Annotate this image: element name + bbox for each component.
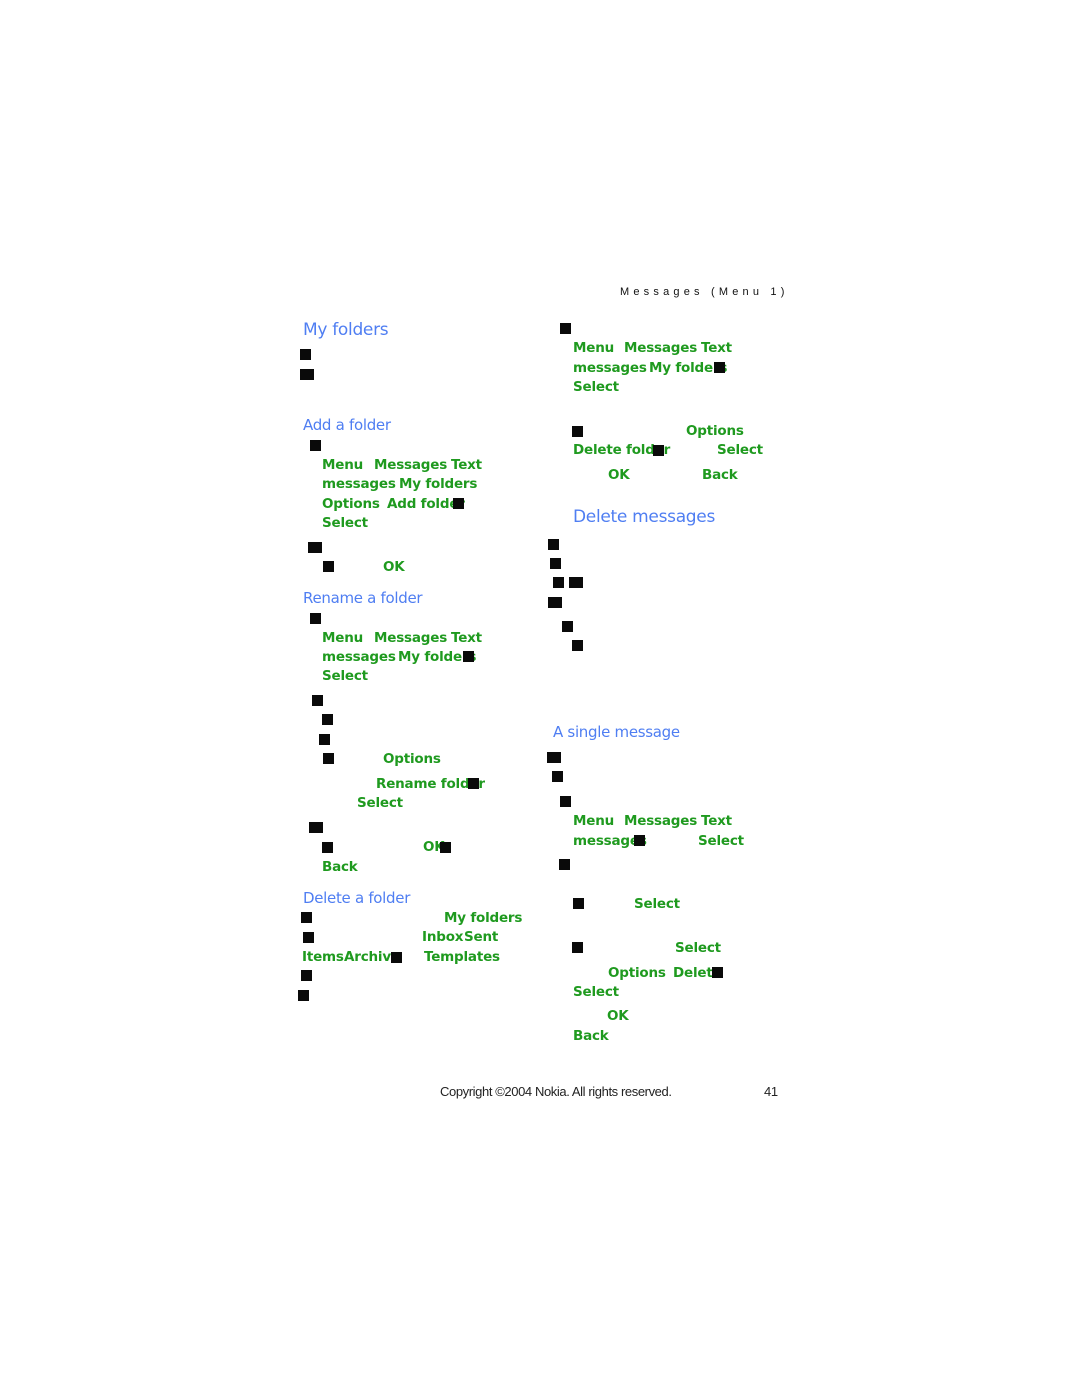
menu-path-messages-2: messages	[322, 649, 396, 665]
ok-label: OK	[607, 1008, 629, 1024]
menu-path-text: Text	[451, 630, 482, 646]
menu-path-messages: Messages	[624, 813, 698, 829]
redaction-block	[301, 970, 312, 981]
back-label: Back	[322, 859, 358, 875]
redaction-block	[548, 597, 562, 608]
menu-path-messages: Messages	[374, 630, 448, 646]
running-head: Messages (Menu 1)	[620, 286, 789, 298]
subsection-title-rename-folder: Rename a folder	[303, 589, 423, 607]
redaction-block	[301, 912, 312, 923]
redaction-block	[323, 561, 334, 572]
redaction-block	[303, 932, 314, 943]
menu-path-menu: Menu	[322, 457, 364, 473]
redaction-block	[391, 952, 402, 963]
redaction-block	[553, 577, 564, 588]
sent-label: Sent	[464, 929, 499, 945]
redaction-block	[634, 835, 645, 846]
redaction-block	[573, 898, 584, 909]
menu-path-select: Select	[322, 668, 368, 684]
redaction-block	[569, 577, 583, 588]
menu-path-my-folders: My folders	[399, 476, 478, 492]
options-label: Options	[383, 751, 441, 767]
back-label: Back	[702, 467, 738, 483]
menu-path-text: Text	[701, 813, 732, 829]
select-label: Select	[573, 984, 619, 1000]
back-label: Back	[573, 1028, 609, 1044]
redaction-block	[572, 640, 583, 651]
menu-path-messages-2: messages	[573, 360, 647, 376]
redaction-block	[550, 558, 561, 569]
subsection-title-single-message: A single message	[553, 723, 680, 741]
menu-path-text: Text	[451, 457, 482, 473]
menu-path-options: Options	[322, 496, 380, 512]
menu-path-messages: Messages	[624, 340, 698, 356]
menu-path-select: Select	[322, 515, 368, 531]
items-label: Items	[302, 949, 344, 965]
redaction-block	[572, 942, 583, 953]
redaction-block	[322, 714, 333, 725]
select-label: Select	[357, 795, 403, 811]
menu-path-menu: Menu	[322, 630, 364, 646]
redaction-block	[559, 859, 570, 870]
menu-path-text: Text	[701, 340, 732, 356]
redaction-block	[714, 362, 725, 373]
subsection-title-delete-folder: Delete a folder	[303, 889, 411, 907]
redaction-block	[453, 498, 464, 509]
options-label: Options	[608, 965, 666, 981]
subsection-title-add-folder: Add a folder	[303, 416, 391, 434]
ok-label: OK	[383, 559, 405, 575]
redaction-block	[300, 349, 311, 360]
ok-label: OK	[608, 467, 630, 483]
select-label: Select	[717, 442, 763, 458]
select-label: Select	[698, 833, 744, 849]
redaction-block	[712, 967, 723, 978]
section-title-delete-messages: Delete messages	[573, 507, 716, 527]
menu-path-menu: Menu	[573, 340, 615, 356]
redaction-block	[562, 621, 573, 632]
redaction-block	[468, 778, 479, 789]
redaction-block	[560, 323, 571, 334]
redaction-block	[310, 440, 321, 451]
my-folders-label: My folders	[444, 910, 523, 926]
redaction-block	[653, 445, 664, 456]
redaction-block	[552, 771, 563, 782]
redaction-block	[309, 822, 323, 833]
redaction-block	[298, 990, 309, 1001]
redaction-block	[323, 753, 334, 764]
redaction-block	[300, 369, 314, 380]
templates-label: Templates	[424, 949, 500, 965]
inbox-label: Inbox	[422, 929, 464, 945]
menu-path-menu: Menu	[573, 813, 615, 829]
redaction-block	[548, 539, 559, 550]
redaction-block	[319, 734, 330, 745]
copyright-notice: Copyright ©2004 Nokia. All rights reserv…	[440, 1084, 672, 1099]
page-number: 41	[764, 1084, 778, 1099]
menu-path-messages: Messages	[374, 457, 448, 473]
select-label: Select	[634, 896, 680, 912]
section-title-my-folders: My folders	[303, 320, 389, 340]
redaction-block	[547, 752, 561, 763]
redaction-block	[463, 651, 474, 662]
redaction-block	[440, 842, 451, 853]
options-label: Options	[686, 423, 744, 439]
redaction-block	[572, 426, 583, 437]
menu-path-select: Select	[573, 379, 619, 395]
redaction-block	[560, 796, 571, 807]
redaction-block	[322, 842, 333, 853]
redaction-block	[312, 695, 323, 706]
redaction-block	[308, 542, 322, 553]
menu-path-messages-2: messages	[322, 476, 396, 492]
select-label: Select	[675, 940, 721, 956]
redaction-block	[310, 613, 321, 624]
